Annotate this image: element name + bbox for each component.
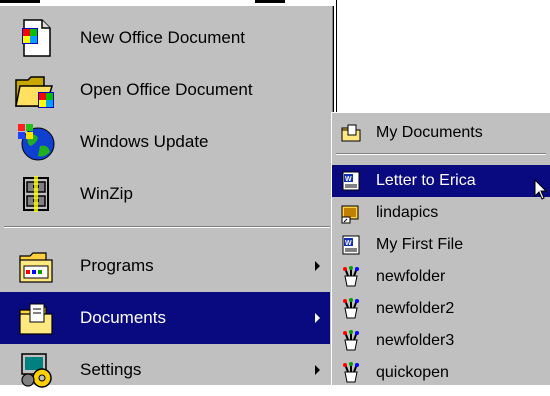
submenu-item-quickopen[interactable]: quickopen [332,357,550,389]
submenu-item-label: My First File [376,236,464,253]
menu-item-settings[interactable]: Settings [0,344,330,396]
submenu-arrow-icon [315,365,320,375]
menu-item-label: Windows Update [80,132,209,151]
submenu-arrow-icon [315,313,320,323]
my-documents-folder-icon [340,122,362,144]
menu-item-documents[interactable]: Documents [0,292,330,344]
menu-item-label: New Office Document [80,28,246,47]
open-office-document-icon [14,68,58,112]
svg-text:W: W [345,240,352,247]
menu-item-label: Settings [80,360,142,379]
menu-item-windows-update[interactable]: Windows Update [0,116,330,168]
word-document-icon: W [340,170,362,192]
documents-submenu: My Documents W Letter to Erica lindapics [331,112,550,385]
submenu-item-newfolder[interactable]: newfolder [332,261,550,293]
submenu-separator [336,153,546,155]
submenu-item-newfolder2[interactable]: newfolder2 [332,293,550,325]
submenu-item-letter-to-erica[interactable]: W Letter to Erica [332,165,550,197]
paint-brushes-icon [340,362,362,384]
windows-update-globe-icon [14,120,58,164]
submenu-item-label: newfolder [376,268,446,285]
programs-folder-icon [14,244,58,288]
menu-item-open-office-document[interactable]: Open Office Document [0,64,330,116]
menu-item-label: Programs [80,256,154,275]
window-edge-line [336,0,337,112]
submenu-item-label: newfolder3 [376,332,455,349]
svg-text:W: W [345,176,352,183]
submenu-item-my-documents[interactable]: My Documents [332,117,550,149]
new-office-document-icon [14,16,58,60]
menu-separator [4,226,330,228]
submenu-item-label: Letter to Erica [376,172,476,189]
menu-item-label: WinZip [80,184,133,203]
submenu-item-label: quickopen [376,364,449,381]
menu-item-winzip[interactable]: WinZip [0,168,330,220]
top-edge-segment [255,0,285,3]
submenu-item-label: newfolder2 [376,300,455,317]
menu-item-label: Open Office Document [80,80,253,99]
submenu-arrow-icon [315,261,320,271]
submenu-item-lindapics[interactable]: lindapics [332,197,550,229]
settings-icon [14,348,58,392]
paint-brushes-icon [340,266,362,288]
menu-item-new-office-document[interactable]: New Office Document [0,12,330,64]
shortcut-folder-icon [340,202,362,224]
winzip-cabinet-icon [14,172,58,216]
submenu-item-newfolder3[interactable]: newfolder3 [332,325,550,357]
submenu-item-label: My Documents [376,124,483,141]
submenu-item-my-first-file[interactable]: W My First File [332,229,550,261]
paint-brushes-icon [340,298,362,320]
top-edge-segment [0,0,40,3]
word-document-icon: W [340,234,362,256]
documents-folder-icon [14,296,58,340]
menu-item-label: Documents [80,308,166,327]
start-menu: New Office Document Open Office Document [0,6,334,388]
mouse-pointer-icon [534,179,548,200]
menu-item-programs[interactable]: Programs [0,240,330,292]
submenu-item-label: lindapics [376,204,439,221]
paint-brushes-icon [340,330,362,352]
